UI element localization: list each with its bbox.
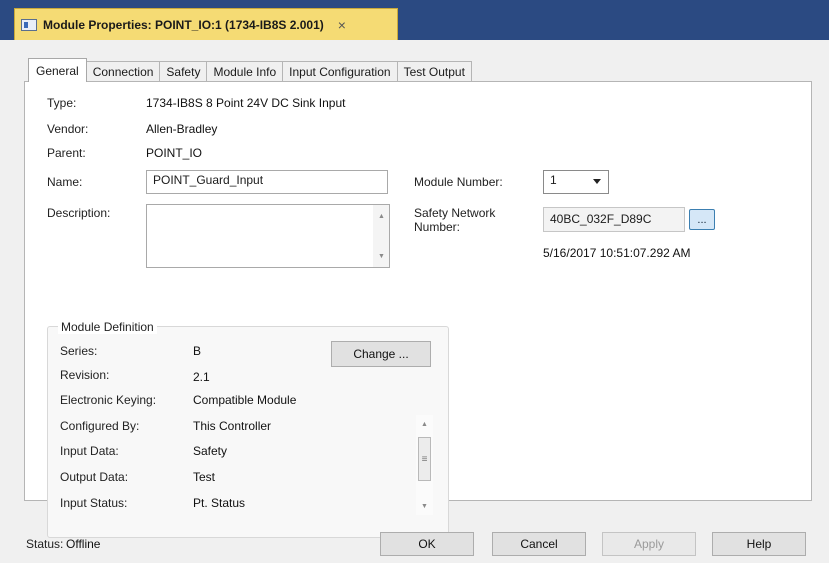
series-label: Series: <box>60 344 98 358</box>
status-label: Status: <box>26 537 64 551</box>
description-input[interactable]: ▲ ▼ <box>146 204 390 268</box>
input-data-value: Safety <box>193 444 228 458</box>
grip-icon: ≡ <box>421 453 428 465</box>
type-value: 1734-IB8S 8 Point 24V DC Sink Input <box>146 96 346 110</box>
scroll-up-icon[interactable]: ▲ <box>373 209 390 223</box>
title-bar: Module Properties: POINT_IO:1 (1734-IB8S… <box>0 0 829 40</box>
type-label: Type: <box>47 96 77 110</box>
output-data-value: Test <box>193 470 216 484</box>
vendor-value: Allen-Bradley <box>146 122 218 136</box>
safety-network-timestamp: 5/16/2017 10:51:07.292 AM <box>543 246 691 260</box>
description-scrollbar[interactable]: ▲ ▼ <box>372 205 389 267</box>
input-status-label: Input Status: <box>60 496 128 510</box>
parent-value: POINT_IO <box>146 146 203 160</box>
ok-button[interactable]: OK <box>380 532 474 556</box>
window-title: Module Properties: POINT_IO:1 (1734-IB8S… <box>43 17 324 32</box>
general-panel: Type: 1734-IB8S 8 Point 24V DC Sink Inpu… <box>24 81 812 538</box>
tab-test-output[interactable]: Test Output <box>396 61 472 82</box>
module-number-select[interactable]: 1 <box>543 170 609 194</box>
scroll-down-icon[interactable]: ▼ <box>373 249 390 263</box>
configured-by-value: This Controller <box>193 419 272 433</box>
browse-safety-network-button[interactable]: ... <box>689 209 715 230</box>
input-data-label: Input Data: <box>60 444 119 458</box>
revision-value: 2.1 <box>193 370 210 384</box>
tab-module-info[interactable]: Module Info <box>206 61 284 82</box>
change-button[interactable]: Change ... <box>331 341 431 367</box>
name-label: Name: <box>47 175 83 189</box>
tab-safety[interactable]: Safety <box>159 61 208 82</box>
scroll-down-icon[interactable]: ▼ <box>416 499 433 513</box>
status-value: Offline <box>66 537 101 551</box>
close-icon[interactable]: × <box>338 17 346 33</box>
module-number-value: 1 <box>550 173 557 187</box>
safety-network-label-line2: Number: <box>414 220 461 234</box>
help-button[interactable]: Help <box>712 532 806 556</box>
input-status-value: Pt. Status <box>193 496 246 510</box>
module-number-label: Module Number: <box>414 175 503 189</box>
description-label: Description: <box>47 206 111 220</box>
vendor-label: Vendor: <box>47 122 89 136</box>
chevron-down-icon <box>593 179 601 184</box>
tab-general[interactable]: General <box>28 58 87 82</box>
module-window-icon <box>21 18 37 31</box>
module-properties-dialog: General Connection Safety Module Info In… <box>0 40 829 563</box>
apply-button[interactable]: Apply <box>602 532 696 556</box>
tab-input-configuration[interactable]: Input Configuration <box>282 61 398 82</box>
tab-strip: General Connection Safety Module Info In… <box>28 58 472 82</box>
output-data-label: Output Data: <box>60 470 129 484</box>
safety-network-label-line1: Safety Network <box>414 206 496 220</box>
electronic-keying-label: Electronic Keying: <box>60 393 157 407</box>
name-input[interactable]: POINT_Guard_Input <box>146 170 388 194</box>
revision-label: Revision: <box>60 368 110 382</box>
cancel-button[interactable]: Cancel <box>492 532 586 556</box>
scroll-up-icon[interactable]: ▲ <box>416 417 433 431</box>
tab-connection[interactable]: Connection <box>85 61 161 82</box>
scroll-thumb[interactable]: ≡ <box>418 437 431 481</box>
module-definition-scrollbar[interactable]: ▲ ≡ ▼ <box>416 415 433 515</box>
safety-network-number-field[interactable]: 40BC_032F_D89C <box>543 207 685 232</box>
series-value: B <box>193 344 202 358</box>
module-definition-legend: Module Definition <box>58 320 157 334</box>
electronic-keying-value: Compatible Module <box>193 393 297 407</box>
document-tab[interactable]: Module Properties: POINT_IO:1 (1734-IB8S… <box>14 8 398 40</box>
configured-by-label: Configured By: <box>60 419 140 433</box>
parent-label: Parent: <box>47 146 86 160</box>
